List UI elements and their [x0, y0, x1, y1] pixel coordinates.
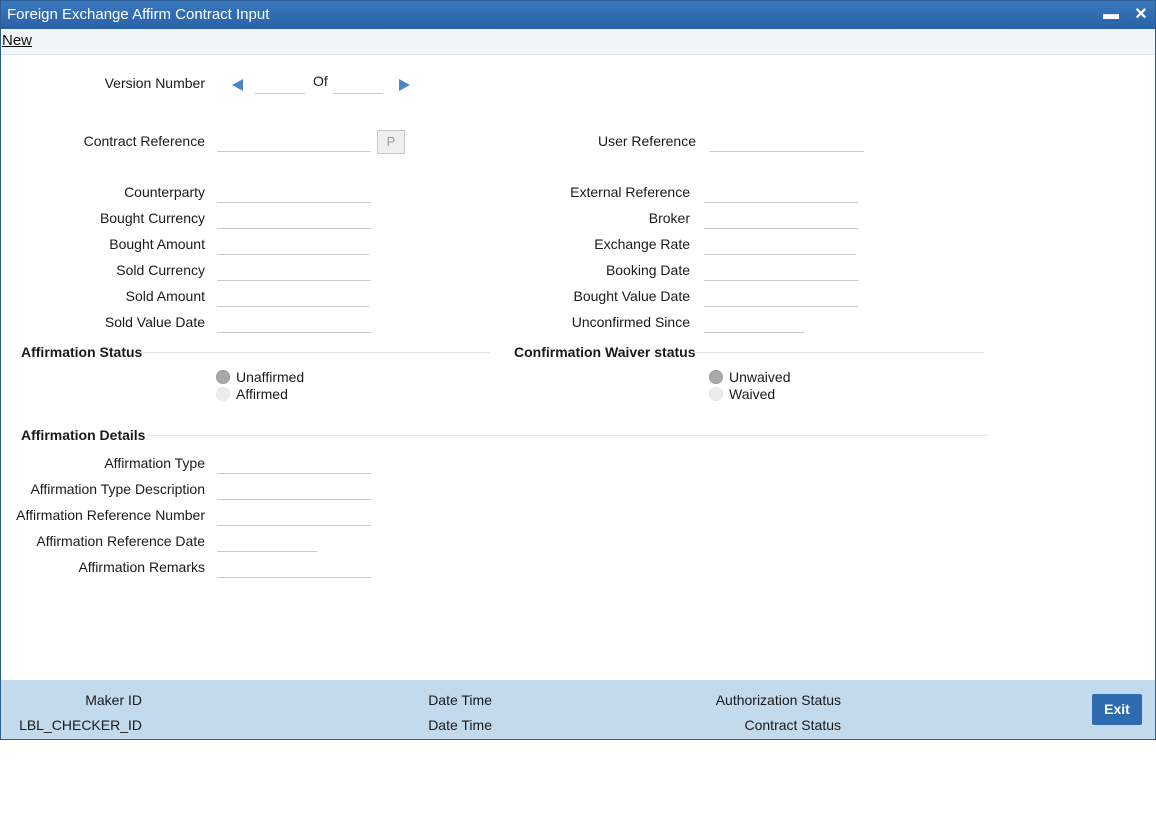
- close-icon[interactable]: ✕: [1130, 4, 1152, 26]
- bought-value-date-label: Bought Value Date: [573, 288, 691, 304]
- sold-currency-label: Sold Currency: [116, 262, 205, 278]
- unconfirmed-since-input[interactable]: [704, 314, 804, 333]
- affirmation-remarks-label: Affirmation Remarks: [78, 559, 205, 575]
- menu-bar: New: [1, 29, 1155, 55]
- bought-currency-input[interactable]: [217, 210, 371, 229]
- unconfirmed-since-label: Unconfirmed Since: [571, 314, 690, 330]
- maker-date-time-label: Date Time: [428, 692, 492, 708]
- audit-footer: Maker ID LBL_CHECKER_ID Date Time Date T…: [1, 680, 1155, 739]
- fx-affirm-window: Foreign Exchange Affirm Contract Input ▬…: [0, 0, 1156, 740]
- bought-currency-label: Bought Currency: [99, 210, 205, 226]
- version-total-input[interactable]: [333, 75, 383, 94]
- contract-status-label: Contract Status: [744, 717, 842, 733]
- affirmation-type-description-label: Affirmation Type Description: [30, 481, 205, 497]
- counterparty-input[interactable]: [217, 184, 371, 203]
- affirmation-type-input[interactable]: [217, 455, 371, 474]
- sold-currency-input[interactable]: [217, 262, 371, 281]
- sold-value-date-input[interactable]: [217, 314, 371, 333]
- affirmation-type-description-input[interactable]: [217, 481, 371, 500]
- unwaived-label: Unwaived: [729, 369, 791, 385]
- new-menu-item[interactable]: New: [2, 32, 32, 49]
- user-reference-input[interactable]: [710, 133, 864, 152]
- booking-date-label: Booking Date: [605, 262, 690, 278]
- waived-label: Waived: [729, 386, 776, 402]
- affirmation-status-divider: [141, 352, 491, 353]
- affirmation-reference-date-input[interactable]: [217, 533, 317, 552]
- previous-version-arrow-icon[interactable]: [232, 79, 243, 91]
- affirmation-remarks-input[interactable]: [217, 559, 371, 578]
- exit-button[interactable]: Exit: [1092, 694, 1142, 725]
- broker-label: Broker: [648, 210, 690, 226]
- waiver-status-divider: [691, 352, 984, 353]
- checker-date-time-label: Date Time: [428, 717, 492, 733]
- unaffirmed-radio[interactable]: [216, 370, 230, 384]
- sold-amount-label: Sold Amount: [125, 288, 205, 304]
- exchange-rate-label: Exchange Rate: [594, 236, 690, 252]
- affirmation-type-label: Affirmation Type: [104, 455, 205, 471]
- affirmation-details-title: Affirmation Details: [21, 427, 146, 443]
- affirmation-details-divider: [146, 435, 988, 436]
- title-bar: Foreign Exchange Affirm Contract Input ▬…: [1, 1, 1155, 29]
- affirmed-label: Affirmed: [236, 386, 288, 402]
- bought-amount-label: Bought Amount: [109, 236, 205, 252]
- version-number-label: Version Number: [104, 75, 205, 91]
- exchange-rate-input[interactable]: [704, 236, 856, 255]
- user-reference-label: User Reference: [597, 133, 696, 149]
- maker-id-label: Maker ID: [85, 692, 142, 708]
- contract-reference-label: Contract Reference: [83, 133, 205, 149]
- affirmation-status-title: Affirmation Status: [21, 344, 143, 360]
- version-current-input[interactable]: [255, 75, 305, 94]
- window-title: Foreign Exchange Affirm Contract Input: [7, 6, 270, 23]
- next-version-arrow-icon[interactable]: [399, 79, 410, 91]
- unaffirmed-label: Unaffirmed: [236, 369, 305, 385]
- unwaived-radio[interactable]: [709, 370, 723, 384]
- external-reference-input[interactable]: [704, 184, 858, 203]
- affirmation-reference-number-label: Affirmation Reference Number: [16, 507, 205, 523]
- waived-radio[interactable]: [709, 387, 723, 401]
- broker-input[interactable]: [704, 210, 858, 229]
- bought-value-date-input[interactable]: [704, 288, 858, 307]
- counterparty-label: Counterparty: [124, 184, 205, 200]
- affirmation-reference-number-input[interactable]: [217, 507, 371, 526]
- contract-reference-lov-button[interactable]: P: [377, 130, 405, 154]
- external-reference-label: External Reference: [570, 184, 690, 200]
- sold-value-date-label: Sold Value Date: [104, 314, 205, 330]
- authorization-status-label: Authorization Status: [715, 692, 841, 708]
- contract-reference-input[interactable]: [217, 133, 371, 152]
- affirmed-radio[interactable]: [216, 387, 230, 401]
- version-of-label: Of: [313, 73, 328, 89]
- confirmation-waiver-status-title: Confirmation Waiver status: [514, 344, 696, 360]
- booking-date-input[interactable]: [704, 262, 858, 281]
- bought-amount-input[interactable]: [217, 236, 369, 255]
- sold-amount-input[interactable]: [217, 288, 369, 307]
- checker-id-label: LBL_CHECKER_ID: [19, 717, 142, 733]
- minimize-icon[interactable]: ▬: [1100, 4, 1122, 26]
- affirmation-reference-date-label: Affirmation Reference Date: [36, 533, 205, 549]
